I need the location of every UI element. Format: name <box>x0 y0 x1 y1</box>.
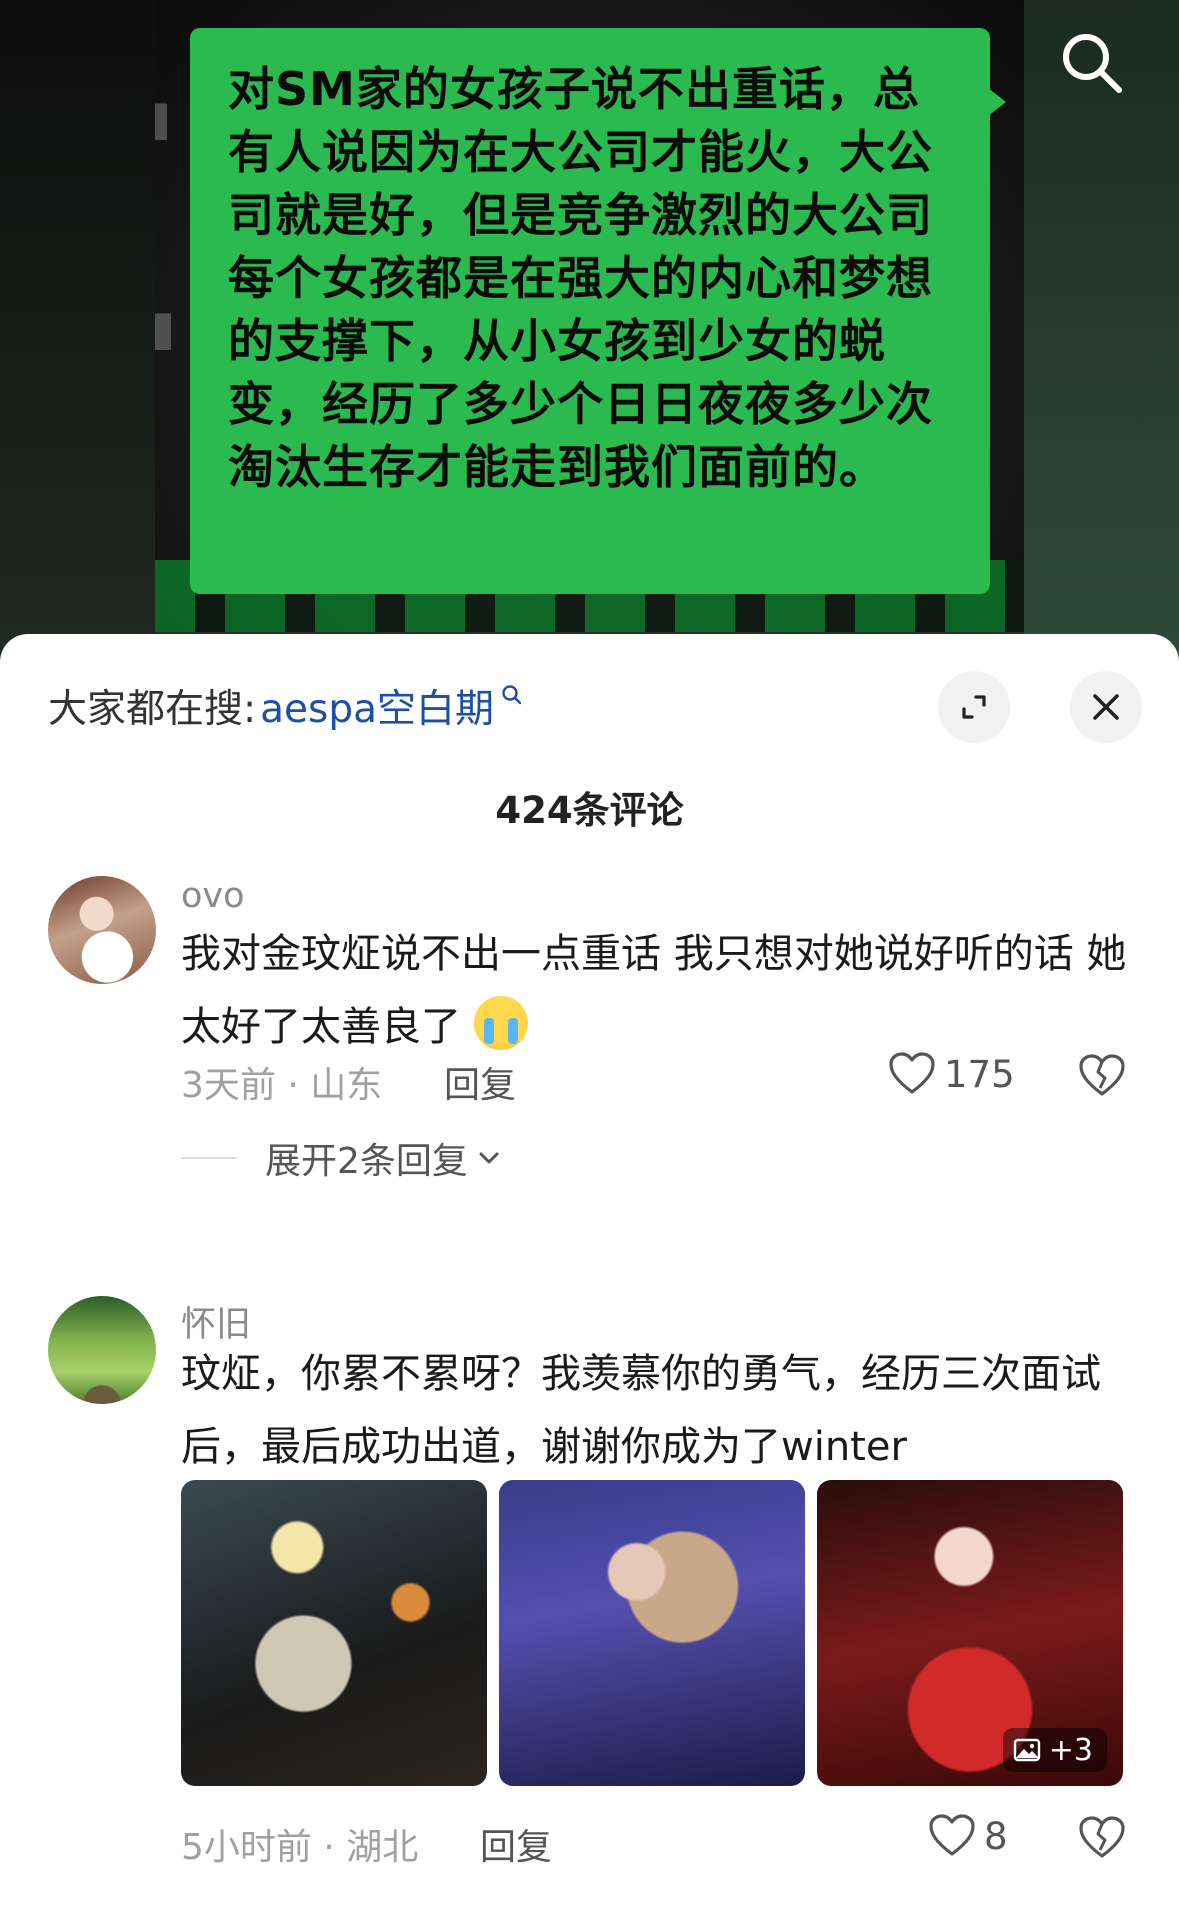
dislike-button[interactable] <box>1078 1054 1126 1102</box>
trending-search[interactable]: 大家都在搜: aespa空白期 <box>48 678 524 734</box>
comment-image[interactable]: +3 <box>817 1480 1123 1786</box>
image-gallery: +3 <box>181 1480 1123 1786</box>
trending-search-keyword[interactable]: aespa空白期 <box>260 678 494 734</box>
avatar[interactable] <box>48 1296 156 1404</box>
more-images-count: +3 <box>1048 1732 1093 1768</box>
expand-replies-button[interactable]: 展开2条回复 <box>181 1132 502 1184</box>
chat-bubble-text: 对SM家的女孩子说不出重话，总有人说因为在大公司才能火，大公司就是好，但是竞争激… <box>228 62 933 494</box>
search-icon <box>1063 34 1122 93</box>
like-count: 175 <box>944 1052 1015 1096</box>
video-background-left <box>0 0 155 660</box>
comment-text: 我对金玟炡说不出一点重话 我只想对她说好听的话 她太好了太善良了 <box>181 918 1141 1064</box>
comment-meta: 3天前 · 山东 <box>181 1065 383 1106</box>
comment-text: 玟炡，你累不累呀？我羡慕你的勇气，经历三次面试后，最后成功出道，谢谢你成为了wi… <box>181 1351 1101 1470</box>
like-button[interactable]: 8 <box>928 1814 1008 1858</box>
video-player[interactable]: ▮ ▮ 对SM家的女孩子说不出重话，总有人说因为在大公司才能火，大公司就是好，但… <box>0 0 1179 660</box>
more-images-badge: +3 <box>1002 1728 1107 1772</box>
comment-sheet: 大家都在搜: aespa空白期 424条评论 ovo 我对金玟炡说不出一点重话 … <box>0 634 1179 1921</box>
comment-username[interactable]: ovo <box>181 876 245 916</box>
expand-replies-label: 展开2条回复 <box>265 1141 468 1182</box>
heart-icon <box>889 1052 935 1094</box>
close-icon <box>1093 694 1119 720</box>
heart-icon <box>929 1814 975 1856</box>
trending-search-label: 大家都在搜: <box>48 687 257 732</box>
like-button[interactable]: 175 <box>888 1052 1015 1096</box>
reply-button[interactable]: 回复 <box>480 1818 552 1870</box>
comment-image[interactable] <box>181 1480 487 1786</box>
divider <box>181 1157 237 1159</box>
broken-heart-icon <box>1079 1054 1125 1096</box>
avatar[interactable] <box>48 876 156 984</box>
reply-button[interactable]: 回复 <box>444 1056 516 1108</box>
fullscreen-button[interactable] <box>938 671 1010 743</box>
comment-image[interactable] <box>499 1480 805 1786</box>
dislike-button[interactable] <box>1078 1816 1126 1864</box>
background-graphic: ▮ <box>155 90 172 146</box>
background-graphic: ▮ <box>155 300 176 356</box>
chevron-down-icon <box>479 1152 499 1164</box>
crying-emoji-icon <box>473 996 528 1050</box>
like-count: 8 <box>984 1814 1008 1858</box>
search-button[interactable] <box>1055 26 1129 100</box>
image-icon <box>1013 1738 1040 1762</box>
close-button[interactable] <box>1070 671 1142 743</box>
broken-heart-icon <box>1079 1816 1125 1858</box>
chat-bubble: 对SM家的女孩子说不出重话，总有人说因为在大公司才能火，大公司就是好，但是竞争激… <box>190 28 1006 594</box>
comment-text-body: 我对金玟炡说不出一点重话 我只想对她说好听的话 她太好了太善良了 <box>181 931 1127 1050</box>
small-search-icon <box>500 672 524 717</box>
comment-count: 424条评论 <box>495 789 684 832</box>
expand-icon <box>962 695 986 719</box>
comment-meta: 5小时前 · 湖北 <box>181 1827 419 1868</box>
